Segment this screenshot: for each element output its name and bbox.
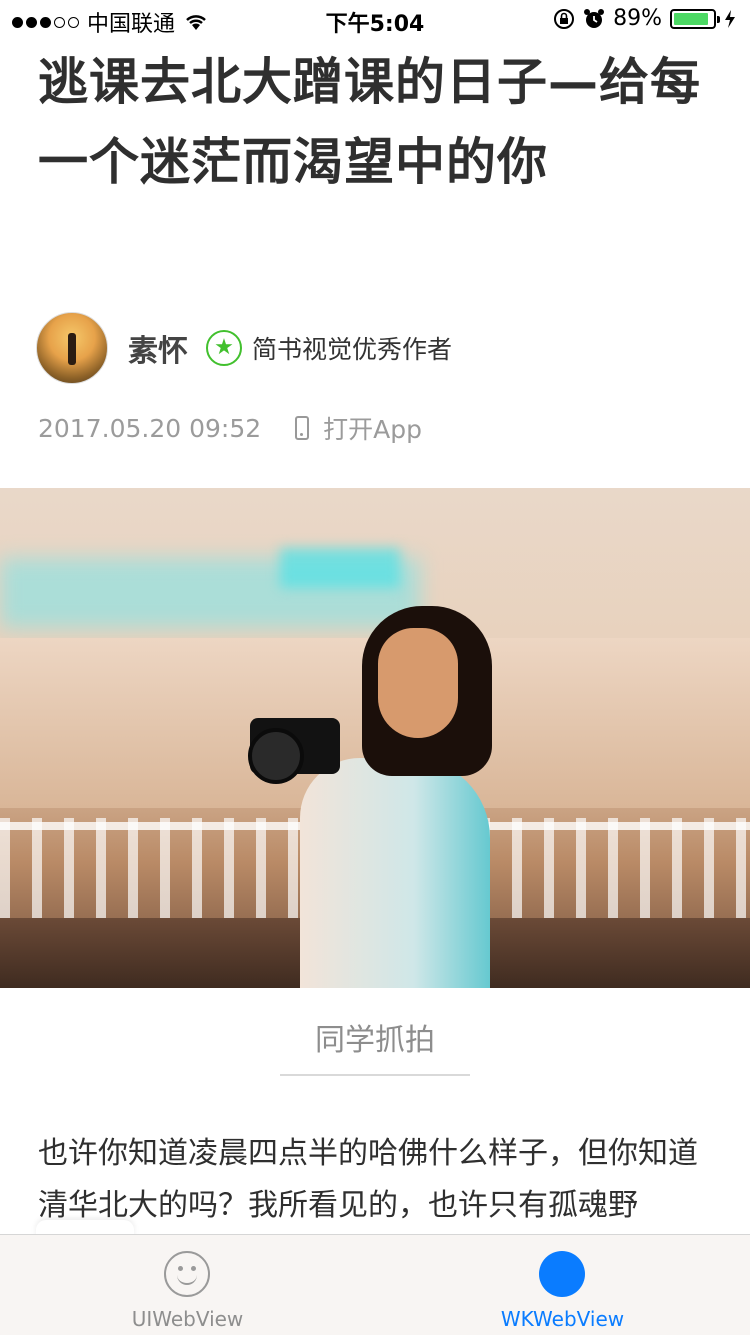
- article-title: 逃课去北大蹭课的日子—给每一个迷茫而渴望中的你: [38, 53, 701, 191]
- avatar[interactable]: [36, 312, 108, 384]
- tab-bar: UIWebView WKWebView: [0, 1234, 750, 1335]
- open-app-link[interactable]: 打开App: [323, 410, 422, 446]
- caption-divider: [280, 1074, 470, 1076]
- author-name[interactable]: 素怀: [128, 326, 188, 370]
- rotation-lock-icon: [554, 8, 575, 29]
- publish-timestamp: 2017.05.20 09:52: [38, 413, 262, 443]
- smiley-icon: [164, 1251, 210, 1297]
- charging-icon: [725, 9, 735, 28]
- blue-circle-icon: [539, 1251, 585, 1297]
- battery-fill: [674, 12, 708, 25]
- image-caption: 同学抓拍: [315, 1023, 435, 1058]
- status-bar: 中国联通 下午5:04 89%: [0, 0, 750, 40]
- article-photo: [0, 488, 750, 988]
- article-body: 也许你知道凌晨四点半的哈佛什么样子，但你知道清华北大的吗？我所看见的，也许只有孤…: [38, 1136, 698, 1223]
- tab-label-uiwebview: UIWebView: [131, 1307, 244, 1331]
- alarm-icon: [584, 8, 605, 28]
- author-badge-label: 简书视觉优秀作者: [252, 335, 453, 364]
- battery-icon: [670, 8, 720, 29]
- article-meta: 2017.05.20 09:52 打开App: [38, 410, 422, 446]
- battery-percent: 89%: [613, 6, 662, 31]
- star-badge-icon: ★: [206, 330, 242, 366]
- status-right: 89%: [553, 6, 736, 31]
- tab-wkwebview[interactable]: WKWebView: [375, 1235, 750, 1335]
- tab-label-wkwebview: WKWebView: [500, 1307, 625, 1331]
- phone-icon[interactable]: [295, 416, 310, 440]
- author-row: 素怀 ★ 简书视觉优秀作者: [36, 312, 452, 384]
- tab-uiwebview[interactable]: UIWebView: [0, 1235, 375, 1335]
